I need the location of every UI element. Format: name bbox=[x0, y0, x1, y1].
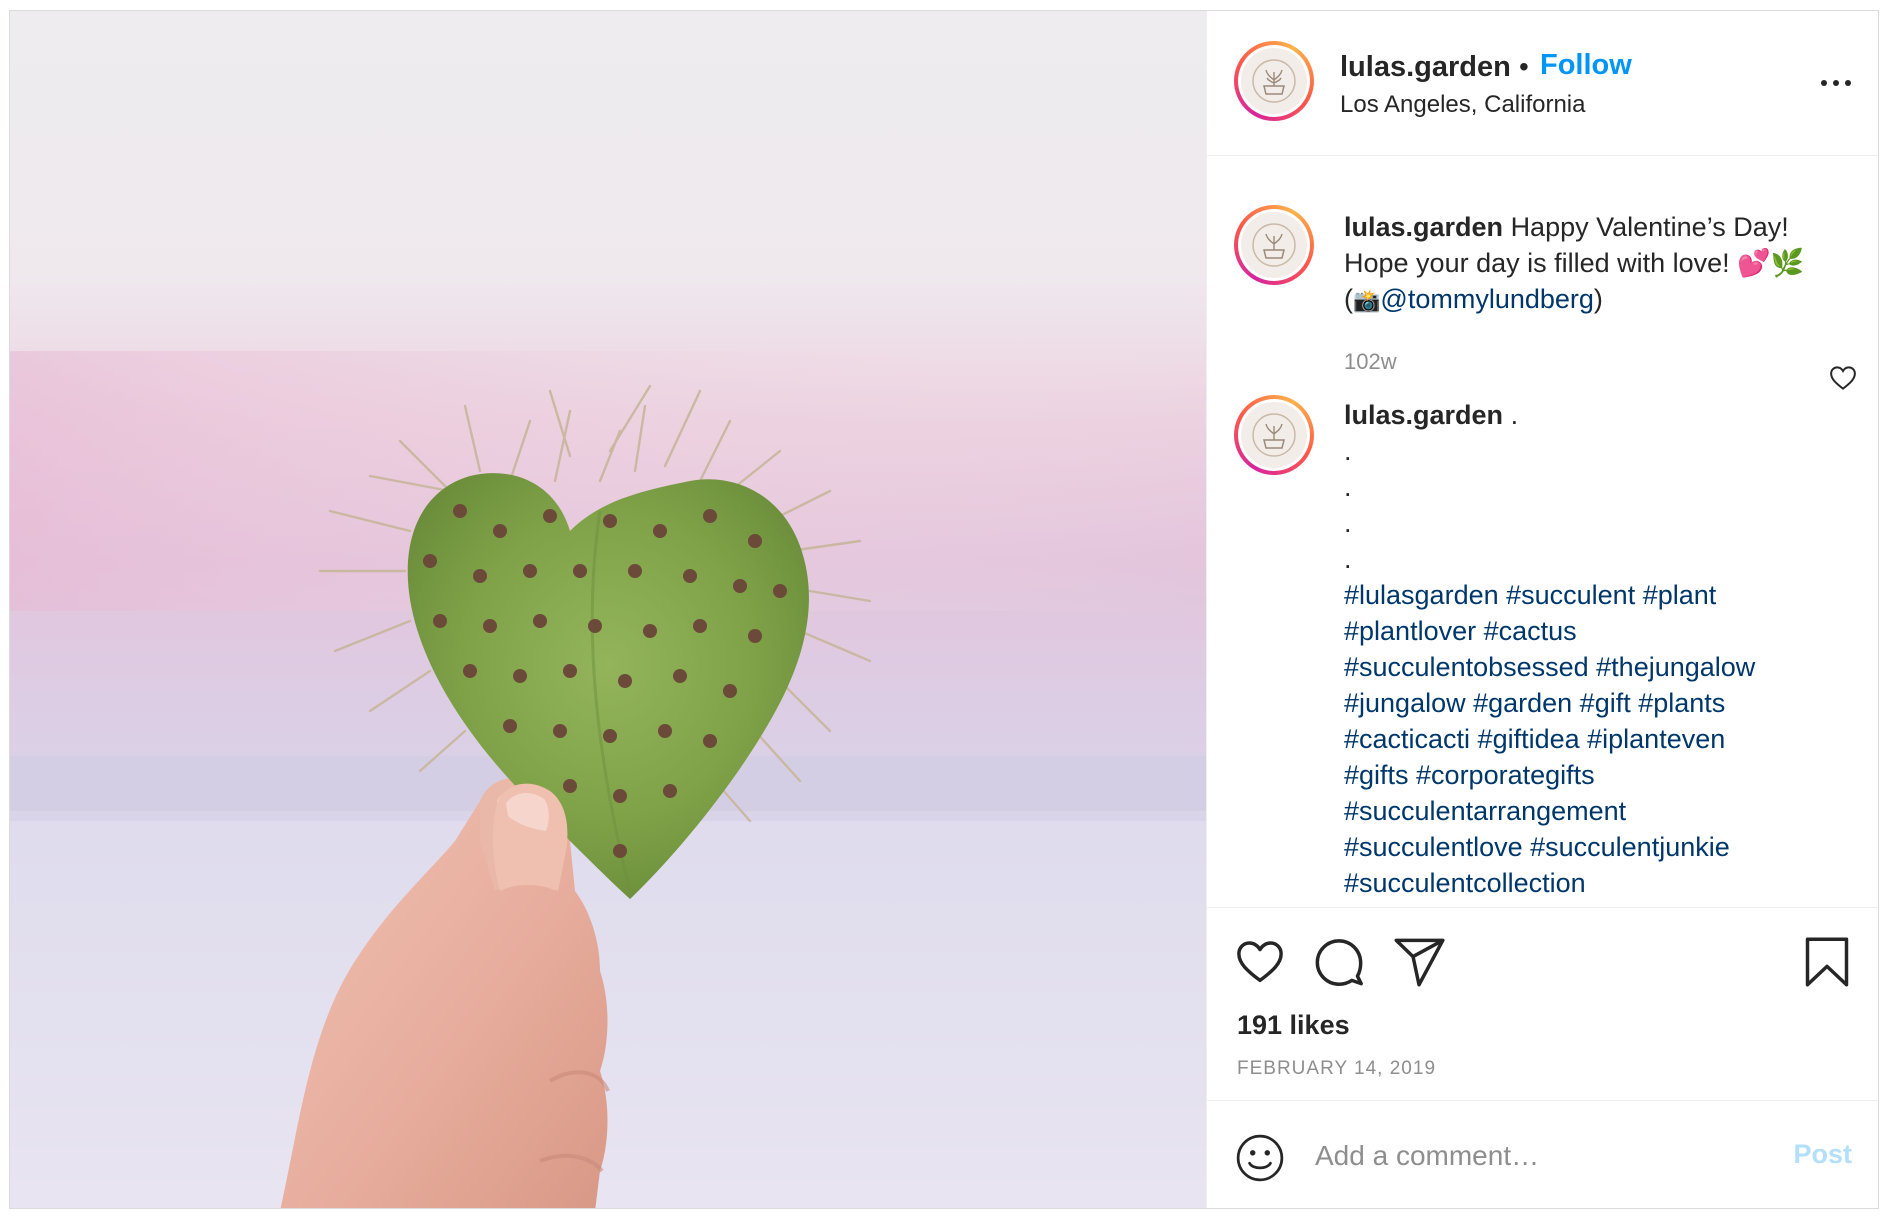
instagram-post: lulas.garden • Follow Los Angeles, Calif… bbox=[9, 10, 1879, 1209]
post-header: lulas.garden • Follow Los Angeles, Calif… bbox=[1207, 11, 1878, 156]
comments-section: lulas.garden Happy Valentine’s Day! Hope… bbox=[1207, 157, 1878, 907]
post-button[interactable]: Post bbox=[1793, 1139, 1852, 1170]
caption-paren-open: ( bbox=[1344, 284, 1353, 314]
comment-username[interactable]: lulas.garden bbox=[1344, 400, 1503, 430]
hashtag-line[interactable]: #cacticacti #giftidea #iplanteven bbox=[1344, 724, 1725, 754]
hashtag-line[interactable]: #lulasgarden #succulent #plant bbox=[1344, 580, 1716, 610]
caption-avatar[interactable] bbox=[1234, 205, 1314, 285]
caption-line-1: Happy Valentine’s Day! bbox=[1510, 212, 1789, 242]
dot-line: . bbox=[1344, 544, 1352, 574]
comment-avatar[interactable] bbox=[1234, 395, 1314, 475]
comment-first-text: . bbox=[1510, 400, 1519, 430]
send-icon[interactable] bbox=[1393, 936, 1445, 988]
post-date[interactable]: FEBRUARY 14, 2019 bbox=[1237, 1058, 1436, 1080]
hashtag-line[interactable]: #jungalow #garden #gift #plants bbox=[1344, 688, 1725, 718]
hashtag-line[interactable]: #succulentobsessed #thejungalow bbox=[1344, 652, 1755, 682]
emoji-icon[interactable] bbox=[1235, 1133, 1285, 1183]
caption-time[interactable]: 102w bbox=[1344, 349, 1397, 375]
small-heart-icon[interactable] bbox=[1828, 363, 1858, 393]
camera-emoji: 📸 bbox=[1353, 288, 1381, 313]
more-options-icon[interactable] bbox=[1814, 69, 1858, 97]
hashtag-comment: lulas.garden . . . . . #lulasgarden #suc… bbox=[1207, 395, 1878, 907]
add-comment-bar: Post bbox=[1207, 1101, 1878, 1208]
garden-logo-icon bbox=[1241, 212, 1307, 278]
heart-icon[interactable] bbox=[1234, 936, 1286, 988]
avatar[interactable] bbox=[1234, 41, 1314, 121]
post-sidebar: lulas.garden • Follow Los Angeles, Calif… bbox=[1206, 11, 1878, 1208]
likes-count[interactable]: 191 likes bbox=[1237, 1010, 1350, 1041]
location-link[interactable]: Los Angeles, California bbox=[1340, 91, 1585, 119]
hashtag-line[interactable]: #gifts #corporategifts bbox=[1344, 760, 1595, 790]
dot-line: . bbox=[1344, 508, 1352, 538]
caption-line-2: Hope your day is filled with love! 💕🌿 bbox=[1344, 248, 1805, 278]
hashtag-line[interactable]: #succulentarrangement bbox=[1344, 796, 1626, 826]
comment-input[interactable] bbox=[1315, 1131, 1745, 1181]
dot-line: . bbox=[1344, 472, 1352, 502]
hashtag-line[interactable]: #succulentcollection bbox=[1344, 868, 1586, 898]
follow-button[interactable]: Follow bbox=[1540, 49, 1632, 82]
caption-paren-close: ) bbox=[1593, 284, 1603, 314]
comment-icon[interactable] bbox=[1313, 936, 1365, 988]
separator-dot: • bbox=[1519, 51, 1529, 82]
caption-text: lulas.garden Happy Valentine’s Day! Hope… bbox=[1344, 209, 1844, 319]
hashtag-line[interactable]: #plantlover #cactus bbox=[1344, 616, 1577, 646]
garden-logo-icon bbox=[1241, 48, 1307, 114]
caption-username[interactable]: lulas.garden bbox=[1344, 212, 1503, 242]
dot-line: . bbox=[1344, 436, 1352, 466]
hashtag-comment-text: lulas.garden . . . . . #lulasgarden #suc… bbox=[1344, 397, 1844, 901]
mention-link[interactable]: @tommylundberg bbox=[1380, 284, 1594, 314]
header-username[interactable]: lulas.garden bbox=[1340, 51, 1511, 84]
action-bar: 191 likes FEBRUARY 14, 2019 bbox=[1207, 907, 1878, 1101]
post-photo[interactable] bbox=[10, 11, 1206, 1208]
caption-comment: lulas.garden Happy Valentine’s Day! Hope… bbox=[1207, 157, 1878, 374]
hashtag-line[interactable]: #succulentlove #succulentjunkie bbox=[1344, 832, 1730, 862]
garden-logo-icon bbox=[1241, 402, 1307, 468]
bookmark-icon[interactable] bbox=[1801, 936, 1853, 988]
